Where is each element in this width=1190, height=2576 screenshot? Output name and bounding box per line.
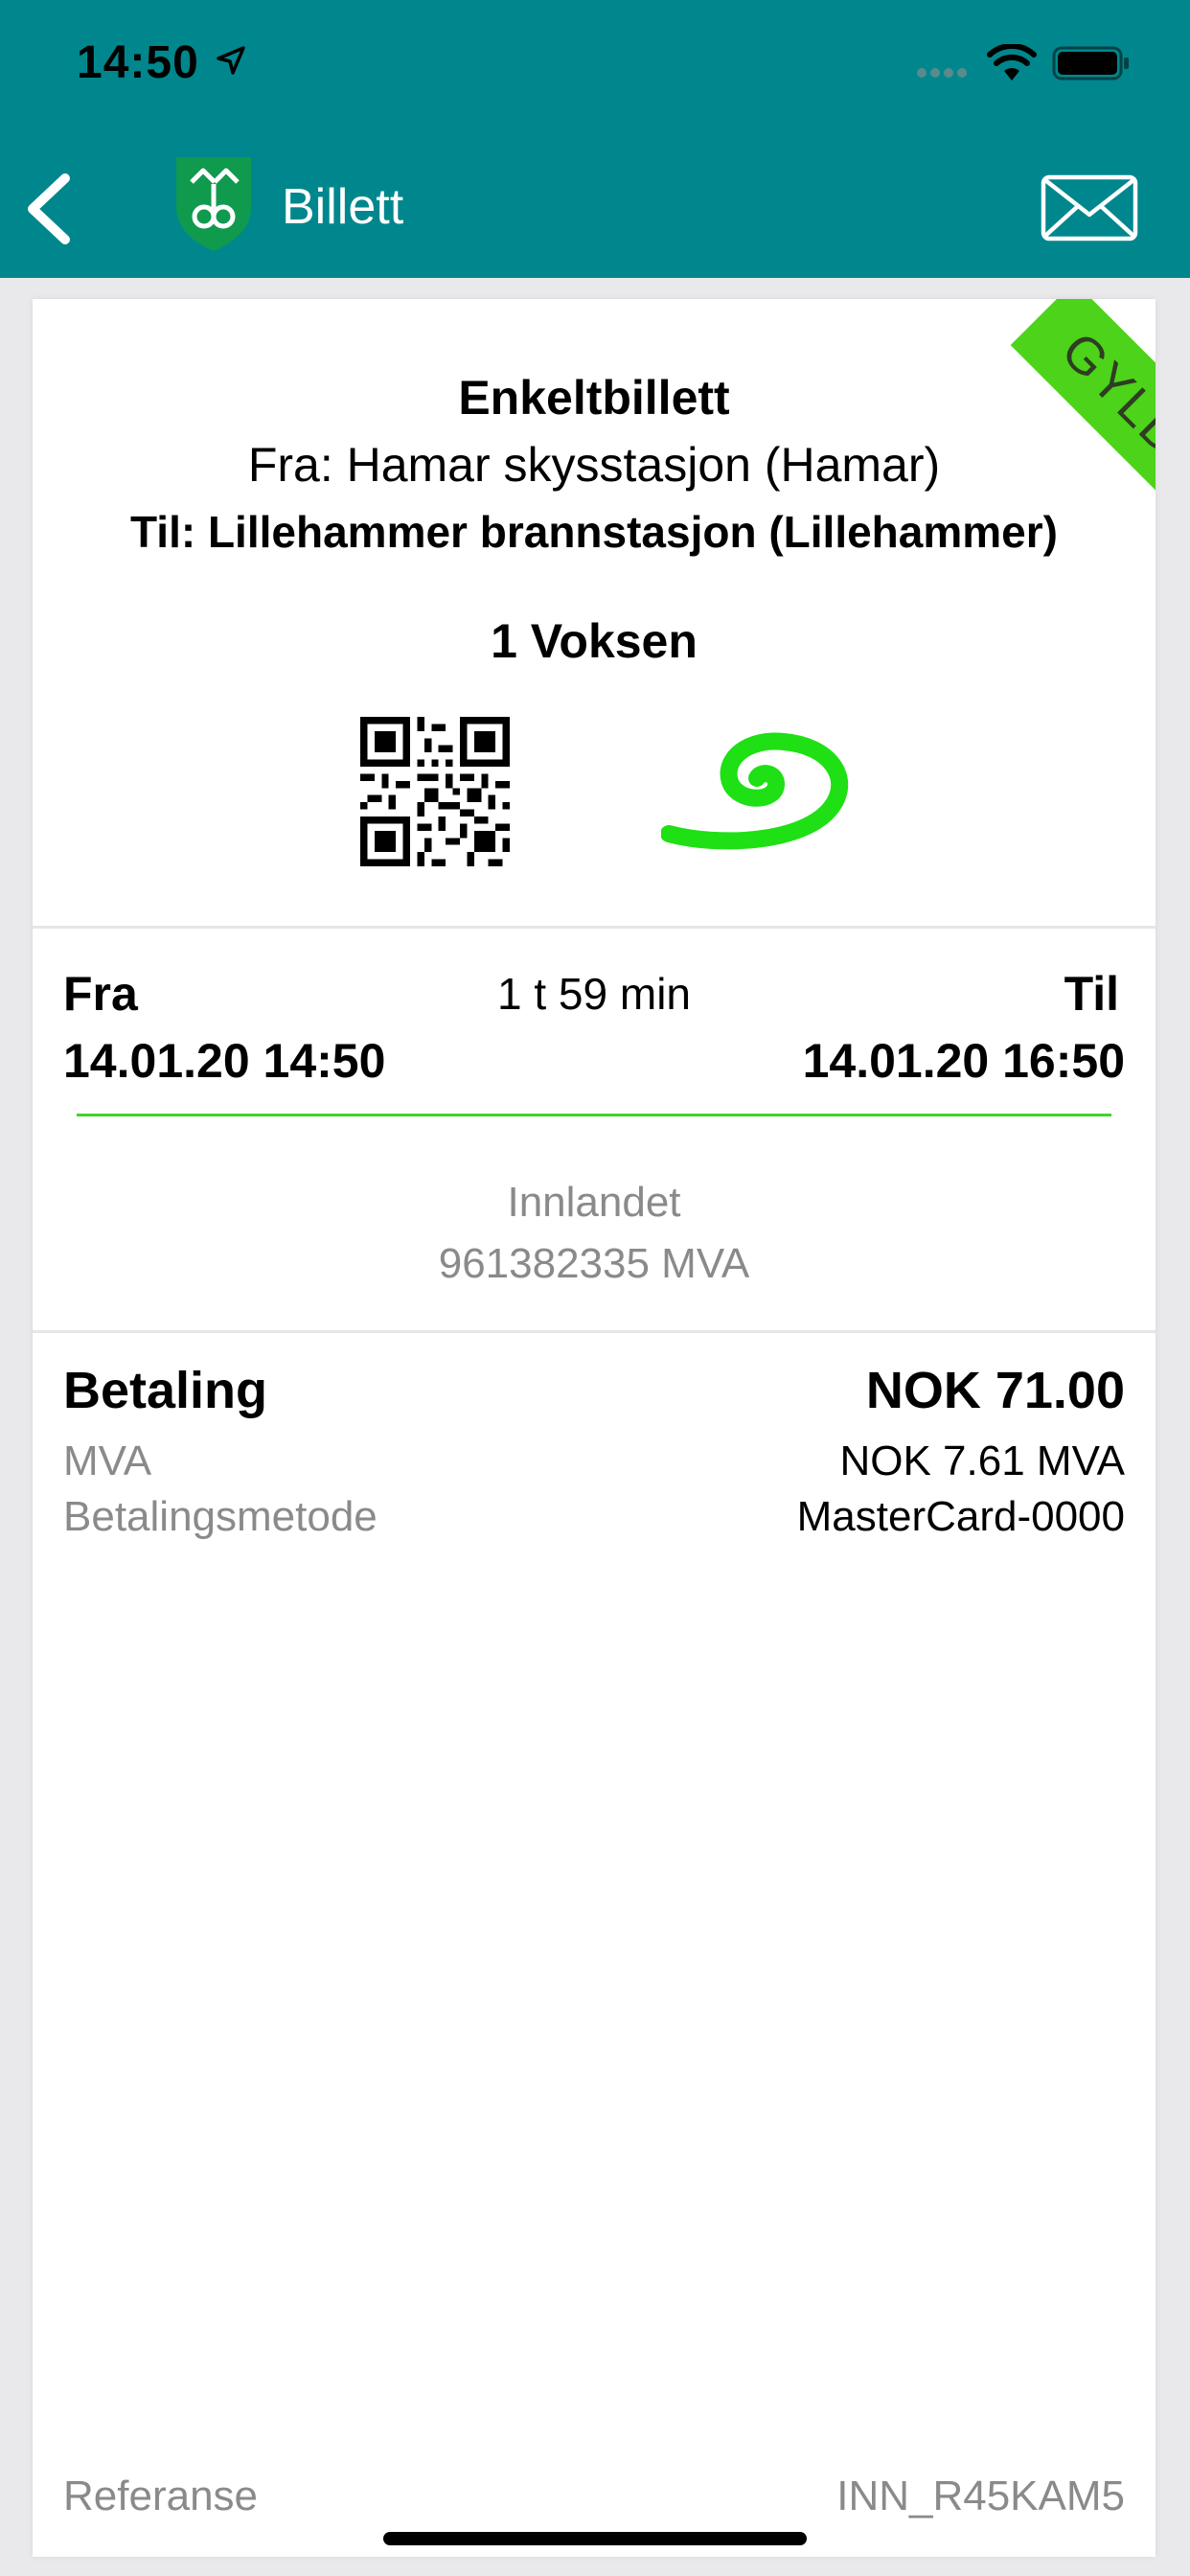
payment-method-label: Betalingsmetode — [63, 1493, 378, 1540]
wifi-icon — [987, 44, 1037, 80]
payment-amount: NOK 71.00 — [865, 1362, 1125, 1419]
email-ticket-button[interactable] — [1041, 174, 1138, 246]
status-time: 14:50 — [77, 37, 199, 88]
swirl-animation-icon — [661, 732, 849, 850]
operator-name: Innlandet — [507, 1179, 681, 1226]
mva-value: NOK 7.61 MVA — [839, 1438, 1125, 1484]
qr-code — [360, 717, 510, 866]
back-button[interactable] — [19, 169, 96, 249]
payment-label: Betaling — [63, 1362, 268, 1419]
ticket-type: Enkeltbillett — [458, 371, 730, 425]
validity-line — [77, 1114, 1111, 1116]
divider — [33, 926, 1156, 929]
ticket-card: GYLDIG Enkeltbillett Fra: Hamar skysstas… — [33, 299, 1156, 2557]
from-stop: Fra: Hamar skysstasjon (Hamar) — [247, 438, 941, 492]
app-header: 14:50 Billett — [0, 0, 1190, 278]
reference-value: INN_R45KAM5 — [836, 2472, 1125, 2519]
envelope-icon — [1041, 174, 1138, 242]
divider — [33, 1330, 1156, 1333]
to-label: Til — [1064, 967, 1119, 1021]
location-arrow-icon — [217, 46, 245, 75]
home-indicator[interactable] — [383, 2532, 807, 2545]
traveller-count: 1 Voksen — [491, 614, 698, 668]
payment-method-value: MasterCard-0000 — [796, 1493, 1125, 1540]
trip-duration: 1 t 59 min — [497, 969, 691, 1019]
signal-icon — [917, 68, 967, 78]
reference-label: Referanse — [63, 2472, 259, 2519]
chevron-left-icon — [28, 173, 70, 244]
arrival-time: 14.01.20 16:50 — [802, 1034, 1125, 1088]
mva-label: MVA — [63, 1438, 152, 1484]
header-title: Billett — [282, 179, 404, 235]
org-number: 961382335 MVA — [438, 1240, 750, 1287]
departure-time: 14.01.20 14:50 — [63, 1034, 386, 1088]
shield-logo — [176, 157, 251, 251]
battery-icon — [1052, 46, 1129, 80]
to-stop: Til: Lillehammer brannstasjon (Lillehamm… — [130, 507, 1058, 557]
